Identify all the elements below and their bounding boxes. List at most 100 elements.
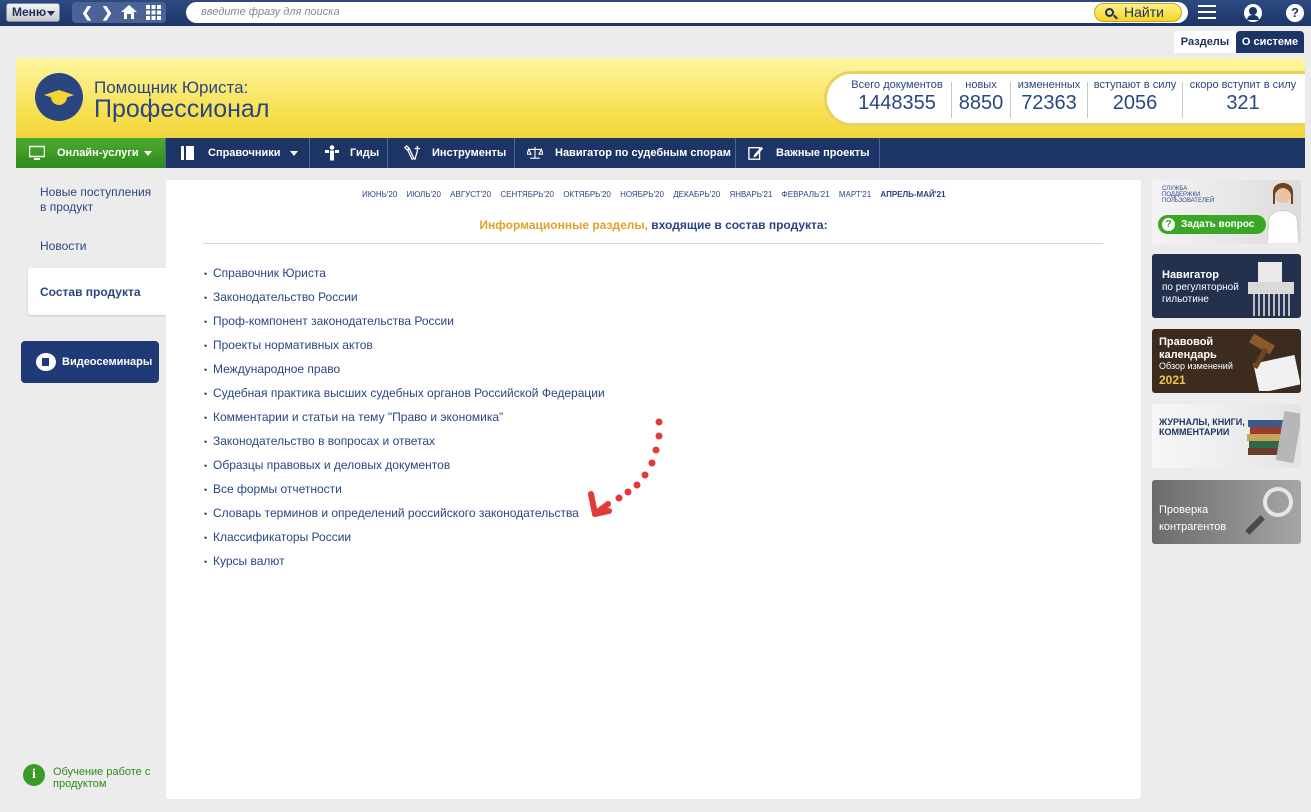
- list-item: • Классификаторы России: [204, 530, 352, 544]
- month-link[interactable]: ЯНВАРЬ'21: [729, 190, 772, 199]
- list-item: • Судебная практика высших судебных орган…: [204, 386, 605, 400]
- nav-guides[interactable]: Гиды: [310, 138, 388, 168]
- section-link[interactable]: Международное право: [213, 362, 340, 376]
- info-icon[interactable]: i: [23, 764, 45, 786]
- month-archive-links: ИЮНЬ'20 ИЮЛЬ'20 АВГУСТ'20 СЕНТЯБРЬ'20 ОК…: [362, 190, 953, 199]
- section-link[interactable]: Проф-компонент законодательства России: [213, 314, 454, 328]
- list-item: • Проекты нормативных актов: [204, 338, 373, 352]
- support-small-label: СЛУЖБА ПОДДЕРЖКИ ПОЛЬЗОВАТЕЛЕЙ: [1162, 186, 1215, 204]
- chevron-down-icon: [290, 151, 298, 156]
- month-link[interactable]: СЕНТЯБРЬ'20: [500, 190, 554, 199]
- section-link[interactable]: Классификаторы России: [213, 530, 351, 544]
- back-arrow-icon[interactable]: ❮: [76, 2, 98, 23]
- nav-court-disputes-navigator[interactable]: Навигатор по судебным спорам: [515, 138, 736, 168]
- ask-question-button[interactable]: ? Задать вопрос: [1158, 215, 1266, 234]
- sidebar-item-new-arrivals[interactable]: Новые поступления в продукт: [40, 185, 160, 215]
- section-link[interactable]: Справочник Юриста: [213, 266, 326, 280]
- list-item: • Комментарии и статьи на тему "Право и э…: [204, 410, 504, 424]
- video-seminars-button[interactable]: Видеосеминары: [21, 341, 159, 383]
- home-icon[interactable]: [118, 2, 140, 23]
- page-heading: Информационные разделы, входящие в соста…: [166, 218, 1141, 232]
- section-link[interactable]: Судебная практика высших судебных органо…: [213, 386, 605, 400]
- chevron-down-icon: [47, 11, 55, 16]
- section-link[interactable]: Образцы правовых и деловых документов: [213, 458, 450, 472]
- stat-label: Всего документов: [851, 79, 943, 91]
- search-icon: [1105, 8, 1114, 17]
- guillotine-navigator-banner[interactable]: Навигатор по регуляторной гильотине: [1152, 254, 1301, 318]
- menu-button-label: Меню: [12, 5, 47, 19]
- nav-label: Онлайн-услуги: [57, 147, 139, 159]
- banner-title: Навигатор: [1162, 269, 1219, 281]
- stat-soon-into-force[interactable]: скоро вступит в силу 321: [1187, 79, 1299, 115]
- stat-value: 2056: [1112, 92, 1158, 114]
- heading-rest: входящие в состав продукта:: [647, 218, 828, 232]
- ask-question-label: Задать вопрос: [1181, 219, 1255, 230]
- month-link[interactable]: ФЕВРАЛЬ'21: [782, 190, 830, 199]
- nav-references[interactable]: Справочники: [166, 138, 310, 168]
- product-header: Помощник Юриста: Профессионал Всего доку…: [16, 58, 1305, 138]
- scales-icon: [527, 147, 543, 159]
- month-link[interactable]: МАРТ'21: [839, 190, 871, 199]
- section-link[interactable]: Курсы валют: [213, 554, 285, 568]
- legal-calendar-banner[interactable]: Правовой календарь Обзор изменений 2021: [1152, 329, 1301, 393]
- menu-button[interactable]: Меню: [6, 3, 60, 22]
- video-seminars-label: Видеосеминары: [62, 356, 153, 368]
- month-link[interactable]: ОКТЯБРЬ'20: [563, 190, 611, 199]
- learn-product-link[interactable]: Обучение работе с продуктом: [53, 766, 153, 790]
- list-item: • Законодательство России: [204, 290, 358, 304]
- tab-sections[interactable]: Разделы: [1174, 31, 1236, 53]
- forward-arrow-icon[interactable]: ❯: [96, 2, 118, 23]
- nav-tools[interactable]: Инструменты: [388, 138, 515, 168]
- hamburger-menu-icon[interactable]: [1198, 5, 1216, 21]
- nav-label: Навигатор по судебным спорам: [555, 147, 731, 159]
- journals-books-banner[interactable]: ЖУРНАЛЫ, КНИГИ, КОММЕНТАРИИ: [1152, 404, 1301, 468]
- find-button[interactable]: Найти: [1094, 3, 1182, 22]
- stat-value: 1448355: [858, 92, 936, 114]
- nav-online-services[interactable]: Онлайн-услуги: [16, 138, 166, 168]
- nav-label: Важные проекты: [776, 147, 870, 159]
- section-link[interactable]: Законодательство в вопросах и ответах: [213, 434, 435, 448]
- magnifier-icon: [1245, 487, 1293, 535]
- month-link[interactable]: АВГУСТ'20: [450, 190, 491, 199]
- graduation-cap-logo-icon: [35, 73, 83, 121]
- document-stats: Всего документов 1448355 новых 8850 изме…: [824, 71, 1305, 126]
- user-profile-icon[interactable]: [1244, 4, 1262, 22]
- help-icon[interactable]: ?: [1286, 4, 1304, 22]
- chevron-down-icon: [144, 151, 152, 156]
- month-link-current[interactable]: АПРЕЛЬ-МАЙ'21: [880, 190, 945, 199]
- list-item: • Все формы отчетности: [204, 482, 342, 496]
- list-item: • Справочник Юриста: [204, 266, 326, 280]
- section-link[interactable]: Словарь терминов и определений российско…: [213, 506, 579, 520]
- gavel-calendar-icon: [1249, 333, 1300, 391]
- stat-label: скоро вступит в силу: [1189, 79, 1297, 91]
- stat-new[interactable]: новых 8850: [956, 79, 1011, 118]
- sidebar-item-news[interactable]: Новости: [40, 239, 177, 253]
- month-link[interactable]: ИЮЛЬ'20: [407, 190, 441, 199]
- guide-icon: [325, 145, 339, 161]
- stat-label: вступают в силу: [1093, 79, 1177, 91]
- section-link[interactable]: Все формы отчетности: [213, 482, 342, 496]
- section-link[interactable]: Проекты нормативных актов: [213, 338, 373, 352]
- month-link[interactable]: ДЕКАБРЬ'20: [673, 190, 720, 199]
- banner-year: 2021: [1159, 373, 1186, 387]
- search-input[interactable]: введите фразу для поиска Найти: [186, 2, 1188, 23]
- heading-highlight: Информационные разделы,: [479, 218, 648, 232]
- list-item: • Законодательство в вопросах и ответах: [204, 434, 436, 448]
- section-link[interactable]: Законодательство России: [213, 290, 358, 304]
- nav-label: Справочники: [208, 147, 281, 159]
- stat-coming-into-force[interactable]: вступают в силу 2056: [1092, 79, 1183, 118]
- section-link[interactable]: Комментарии и статьи на тему "Право и эк…: [213, 410, 503, 424]
- counterparty-check-banner[interactable]: Проверка контрагентов: [1152, 480, 1301, 544]
- main-navigation: Онлайн-услуги Справочники Гиды Инструмен…: [16, 138, 1305, 168]
- search-placeholder: введите фразу для поиска: [201, 6, 340, 18]
- month-link[interactable]: НОЯБРЬ'20: [620, 190, 664, 199]
- grid-apps-icon[interactable]: [142, 2, 164, 23]
- tab-about-system[interactable]: О системе: [1236, 31, 1304, 53]
- question-icon: ?: [1162, 218, 1175, 231]
- stat-changed[interactable]: измененных 72363: [1015, 79, 1088, 118]
- month-link[interactable]: ИЮНЬ'20: [362, 190, 397, 199]
- stat-total-documents[interactable]: Всего документов 1448355: [847, 79, 952, 118]
- nav-important-projects[interactable]: Важные проекты: [736, 138, 880, 168]
- sidebar-item-product-composition[interactable]: Состав продукта: [40, 285, 177, 299]
- support-banner[interactable]: СЛУЖБА ПОДДЕРЖКИ ПОЛЬЗОВАТЕЛЕЙ ? Задать …: [1152, 180, 1301, 244]
